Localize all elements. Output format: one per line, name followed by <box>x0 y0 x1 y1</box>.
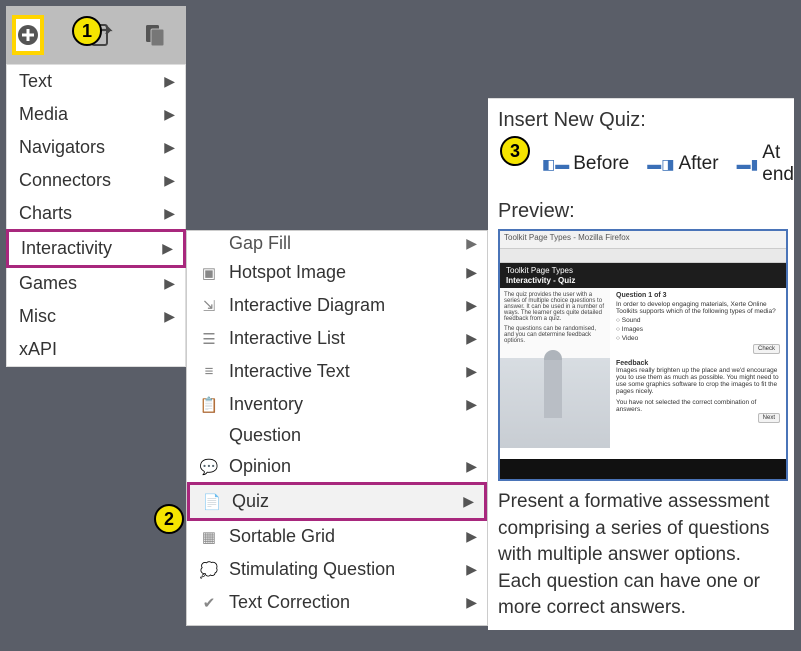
main-menu: Text▶ Media▶ Navigators▶ Connectors▶ Cha… <box>6 64 186 367</box>
preview-check-button: Check <box>753 344 780 354</box>
annotation-3: 3 <box>500 136 530 166</box>
submenu-item-inventory[interactable]: 📋 Inventory ▶ <box>187 388 487 421</box>
chevron-right-icon: ▶ <box>466 235 477 252</box>
menu-item-interactivity[interactable]: Interactivity▶ <box>6 229 186 268</box>
opinion-icon: 💬 <box>199 457 219 477</box>
interactivity-submenu: Gap Fill ▶ ▣ Hotspot Image ▶ ⇲ Interacti… <box>186 230 488 626</box>
chevron-right-icon: ▶ <box>466 396 477 413</box>
submenu-item-hotspot-image[interactable]: ▣ Hotspot Image ▶ <box>187 256 487 289</box>
insert-before-icon: ◧▬ <box>542 156 569 173</box>
chevron-right-icon: ▶ <box>164 275 175 292</box>
chevron-right-icon: ▶ <box>463 493 474 510</box>
insert-atend-icon: ▬▮ <box>737 156 759 173</box>
menu-item-connectors[interactable]: Connectors▶ <box>7 164 185 197</box>
hotspot-image-icon: ▣ <box>199 263 219 283</box>
chevron-right-icon: ▶ <box>164 172 175 189</box>
submenu-item-gapfill[interactable]: Gap Fill ▶ <box>187 231 487 256</box>
chevron-right-icon: ▶ <box>162 240 173 257</box>
stimulating-question-icon: 💭 <box>199 560 219 580</box>
chevron-right-icon: ▶ <box>466 458 477 475</box>
insert-before-button[interactable]: ◧▬ Before <box>542 153 629 175</box>
chevron-right-icon: ▶ <box>466 264 477 281</box>
menu-item-xapi[interactable]: xAPI <box>7 333 185 366</box>
copy-icon <box>142 22 168 48</box>
submenu-item-sortable-grid[interactable]: ▦ Sortable Grid ▶ <box>187 520 487 553</box>
preview-next-button: Next <box>758 413 780 423</box>
panel-title: Insert New Quiz: <box>498 109 784 132</box>
menu-item-text[interactable]: Text▶ <box>7 65 185 98</box>
preview-header: Toolkit Page Types Interactivity - Quiz <box>500 263 786 288</box>
chevron-right-icon: ▶ <box>466 330 477 347</box>
chevron-right-icon: ▶ <box>466 528 477 545</box>
text-correction-icon: ✔ <box>199 593 219 613</box>
annotation-2: 2 <box>154 504 184 534</box>
annotation-1: 1 <box>72 16 102 46</box>
preview-left-pane: The quiz provides the user with a series… <box>500 288 610 448</box>
preview-window-title: Toolkit Page Types - Mozilla Firefox <box>500 231 786 249</box>
menu-item-navigators[interactable]: Navigators▶ <box>7 131 185 164</box>
submenu-item-text-correction[interactable]: ✔ Text Correction ▶ <box>187 586 487 619</box>
insert-panel: Insert New Quiz: ◧▬ Before ▬◨ After ▬▮ A… <box>488 98 794 630</box>
chevron-right-icon: ▶ <box>466 363 477 380</box>
preview-right-pane: Question 1 of 3 In order to develop enga… <box>610 288 786 448</box>
submenu-item-stimulating-question[interactable]: 💭 Stimulating Question ▶ <box>187 553 487 586</box>
preview-tabbar <box>500 249 786 263</box>
insert-after-icon: ▬◨ <box>647 156 674 173</box>
chevron-right-icon: ▶ <box>164 139 175 156</box>
preview-thumbnail: Toolkit Page Types - Mozilla Firefox Too… <box>498 229 788 481</box>
menu-item-charts[interactable]: Charts▶ <box>7 197 185 230</box>
submenu-section-question: Question <box>187 421 487 450</box>
chevron-right-icon: ▶ <box>164 205 175 222</box>
submenu-item-quiz[interactable]: 📄 Quiz ▶ <box>187 482 487 521</box>
insert-position-row: ◧▬ Before ▬◨ After ▬▮ At end <box>498 142 784 186</box>
submenu-item-interactive-diagram[interactable]: ⇲ Interactive Diagram ▶ <box>187 289 487 322</box>
app-frame: 1 2 3 Text▶ Media▶ Navigators▶ Connector… <box>6 6 795 645</box>
preview-bottom-bar <box>500 459 786 479</box>
insert-after-button[interactable]: ▬◨ After <box>647 153 718 175</box>
quiz-icon: 📄 <box>202 492 222 512</box>
sortable-grid-icon: ▦ <box>199 527 219 547</box>
chevron-right-icon: ▶ <box>164 73 175 90</box>
chevron-right-icon: ▶ <box>466 297 477 314</box>
insert-atend-button[interactable]: ▬▮ At end <box>737 142 794 186</box>
gapfill-icon <box>199 234 219 254</box>
menu-item-misc[interactable]: Misc▶ <box>7 300 185 333</box>
interactive-list-icon: ☰ <box>199 329 219 349</box>
preview-label: Preview: <box>498 200 784 223</box>
add-button[interactable] <box>12 15 44 55</box>
submenu-item-interactive-text[interactable]: ≡ Interactive Text ▶ <box>187 355 487 388</box>
chevron-right-icon: ▶ <box>164 308 175 325</box>
interactive-diagram-icon: ⇲ <box>199 296 219 316</box>
chevron-right-icon: ▶ <box>164 106 175 123</box>
chevron-right-icon: ▶ <box>466 561 477 578</box>
plus-circle-icon <box>16 23 40 47</box>
copy-button[interactable] <box>142 16 168 54</box>
interactive-text-icon: ≡ <box>199 362 219 382</box>
submenu-item-interactive-list[interactable]: ☰ Interactive List ▶ <box>187 322 487 355</box>
menu-item-games[interactable]: Games▶ <box>7 267 185 300</box>
chevron-right-icon: ▶ <box>466 594 477 611</box>
inventory-icon: 📋 <box>199 395 219 415</box>
submenu-item-opinion[interactable]: 💬 Opinion ▶ <box>187 450 487 483</box>
menu-item-media[interactable]: Media▶ <box>7 98 185 131</box>
panel-description: Present a formative assessment comprisin… <box>498 489 784 622</box>
